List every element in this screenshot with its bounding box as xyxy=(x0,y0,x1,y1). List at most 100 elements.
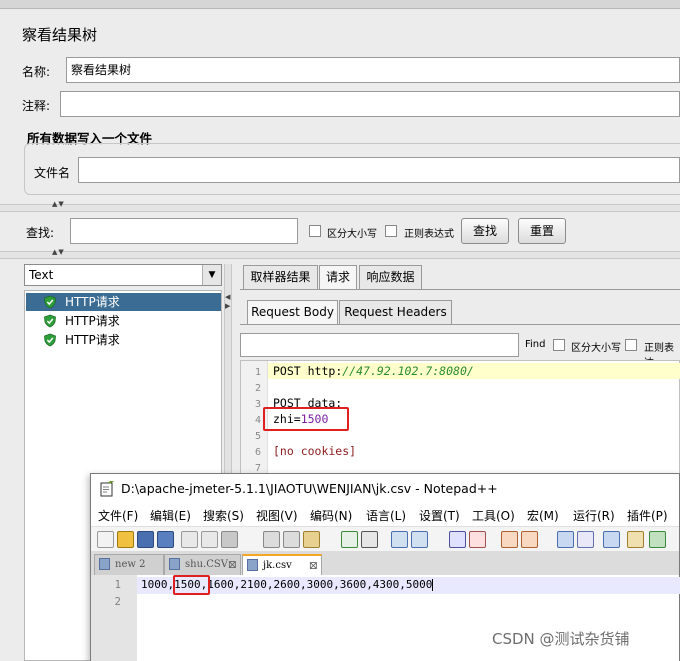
comment-field[interactable] xyxy=(60,91,680,117)
tab-response-data[interactable]: 响应数据 xyxy=(359,265,422,289)
menu-run[interactable]: 运行(R) xyxy=(573,507,615,524)
renderer-select[interactable]: Text ▼ xyxy=(24,264,222,286)
filename-field[interactable] xyxy=(78,157,680,183)
tree-item[interactable]: HTTP请求 xyxy=(43,293,120,311)
paste-icon[interactable] xyxy=(303,531,320,548)
line-number: 1 xyxy=(114,579,121,591)
highlight-box xyxy=(173,575,210,595)
menu-macro[interactable]: 宏(M) xyxy=(527,507,559,524)
zoom-out-icon[interactable] xyxy=(469,531,486,548)
indent-guide-icon[interactable] xyxy=(603,531,620,548)
success-shield-icon xyxy=(44,314,56,328)
save-all-icon[interactable] xyxy=(157,531,174,548)
chevron-down-icon[interactable]: ▼ xyxy=(202,265,221,285)
request-find-label: Find xyxy=(525,339,546,350)
code-line-6: [no cookies] xyxy=(273,444,357,458)
splitter-arrows-icon-2[interactable]: ▲▼ xyxy=(52,248,65,256)
close-file-icon[interactable] xyxy=(181,531,198,548)
regex-checkbox[interactable] xyxy=(385,225,397,237)
tree-item-label: HTTP请求 xyxy=(65,333,120,347)
renderer-selected-value: Text xyxy=(29,268,54,282)
tab-request-body[interactable]: Request Body xyxy=(247,300,338,324)
http-method: POST xyxy=(273,364,308,378)
redo-icon[interactable] xyxy=(361,531,378,548)
tree-item-label: HTTP请求 xyxy=(65,314,120,328)
tree-item[interactable]: HTTP请求 xyxy=(43,312,120,330)
menu-view[interactable]: 视图(V) xyxy=(256,507,298,524)
zoom-in-icon[interactable] xyxy=(449,531,466,548)
save-icon[interactable] xyxy=(137,531,154,548)
tab-jk-csv[interactable]: jk.csv ⊠ xyxy=(242,554,322,575)
search-input[interactable] xyxy=(70,218,298,244)
undo-icon[interactable] xyxy=(341,531,358,548)
csv-value-segment: 1000, xyxy=(141,578,175,591)
text-caret xyxy=(432,579,434,591)
menu-file[interactable]: 文件(F) xyxy=(98,507,138,524)
tree-item-label: HTTP请求 xyxy=(65,295,120,309)
open-file-icon[interactable] xyxy=(117,531,134,548)
replace-icon[interactable] xyxy=(411,531,428,548)
request-regex-checkbox[interactable] xyxy=(625,339,637,351)
menu-encoding[interactable]: 编码(N) xyxy=(310,507,352,524)
line-number: 3 xyxy=(254,399,261,410)
menu-language[interactable]: 语言(L) xyxy=(366,507,406,524)
doc-map-icon[interactable] xyxy=(649,531,666,548)
request-case-checkbox[interactable] xyxy=(553,339,565,351)
notepad-title-bar[interactable]: D:\apache-jmeter-5.1.1\JIAOTU\WENJIAN\jk… xyxy=(91,474,679,504)
line-number: 5 xyxy=(254,431,261,442)
close-icon[interactable]: ⊠ xyxy=(309,556,318,575)
sync-vertical-icon[interactable] xyxy=(501,531,518,548)
tab-new-2[interactable]: new 2 xyxy=(94,554,164,575)
splitter-middle[interactable] xyxy=(0,251,680,259)
notepad-title: D:\apache-jmeter-5.1.1\JIAOTU\WENJIAN\jk… xyxy=(121,481,498,496)
show-all-chars-icon[interactable] xyxy=(577,531,594,548)
menu-search[interactable]: 搜索(S) xyxy=(203,507,244,524)
notepad-tab-bar: new 2 shu.CSV ⊠ jk.csv ⊠ xyxy=(91,551,679,576)
print-icon[interactable] xyxy=(221,531,238,548)
user-language-icon[interactable] xyxy=(627,531,644,548)
tab-label: new 2 xyxy=(115,559,146,570)
splitter-top[interactable] xyxy=(0,204,680,212)
case-sensitive-checkbox[interactable] xyxy=(309,225,321,237)
result-tabs-baseline xyxy=(240,289,680,290)
csv-value-segment: ,1600,2100,2600,3000,3600,4300,5000 xyxy=(200,578,433,591)
close-all-icon[interactable] xyxy=(201,531,218,548)
menu-settings[interactable]: 设置(T) xyxy=(419,507,460,524)
sync-horizontal-icon[interactable] xyxy=(521,531,538,548)
request-find-input[interactable] xyxy=(240,333,519,357)
line-number: 6 xyxy=(254,447,261,458)
name-label: 名称: xyxy=(22,65,51,79)
tab-sampler-result[interactable]: 取样器结果 xyxy=(243,265,318,289)
word-wrap-icon[interactable] xyxy=(557,531,574,548)
find-icon[interactable] xyxy=(391,531,408,548)
notepad-menu-bar: 文件(F) 编辑(E) 搜索(S) 视图(V) 编码(N) 语言(L) 设置(T… xyxy=(91,504,679,526)
success-shield-icon xyxy=(44,295,56,309)
file-saved-icon xyxy=(169,558,180,570)
menu-tools[interactable]: 工具(O) xyxy=(472,507,515,524)
menu-edit[interactable]: 编辑(E) xyxy=(150,507,191,524)
splitter-arrows-icon[interactable]: ▲▼ xyxy=(52,200,65,208)
tab-shu-csv[interactable]: shu.CSV ⊠ xyxy=(164,554,241,575)
tab-label: shu.CSV xyxy=(185,559,228,570)
highlight-box xyxy=(263,407,349,431)
comment-label: 注释: xyxy=(22,99,51,113)
cut-icon[interactable] xyxy=(263,531,280,548)
new-file-icon[interactable] xyxy=(97,531,114,548)
menu-plugins[interactable]: 插件(P) xyxy=(627,507,668,524)
find-button[interactable]: 查找 xyxy=(461,218,509,244)
case-sensitive-label: 区分大小写 xyxy=(327,229,377,240)
watermark: CSDN @测试杂货铺 xyxy=(492,630,630,648)
request-body-editor[interactable]: 1 2 3 4 5 6 7 POST http://47.92.102.7:80… xyxy=(240,360,680,490)
notepad-toolbar xyxy=(91,526,679,552)
vertical-splitter-arrows-icon[interactable]: ◀ ▶ xyxy=(225,293,231,311)
code-line-1: POST http://47.92.102.7:8080/ xyxy=(273,364,474,378)
tab-request-headers[interactable]: Request Headers xyxy=(339,300,452,324)
close-icon[interactable]: ⊠ xyxy=(228,555,237,574)
reset-button[interactable]: 重置 xyxy=(518,218,566,244)
page-title: 察看结果树 xyxy=(22,26,98,44)
name-field[interactable]: 察看结果树 xyxy=(66,57,680,83)
regex-label: 正则表达式 xyxy=(404,229,454,240)
tree-item[interactable]: HTTP请求 xyxy=(43,331,120,349)
copy-icon[interactable] xyxy=(283,531,300,548)
tab-request[interactable]: 请求 xyxy=(319,265,357,289)
